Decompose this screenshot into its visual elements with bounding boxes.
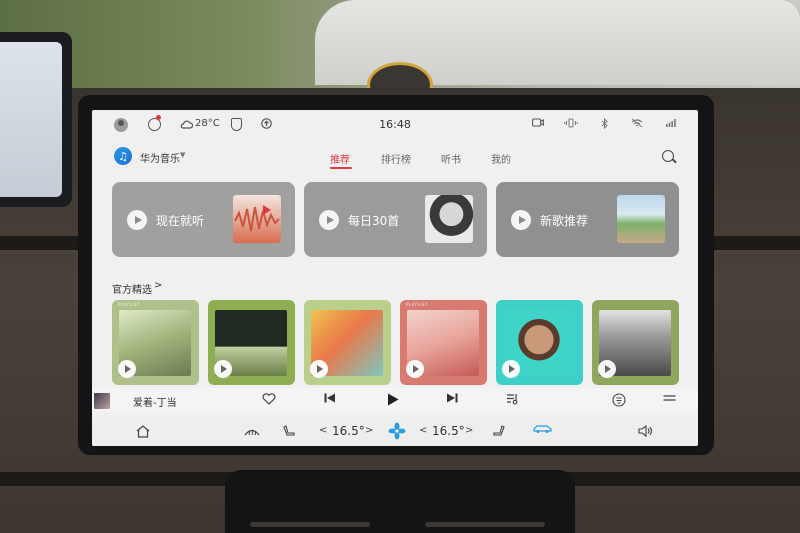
play-icon[interactable] (310, 360, 328, 378)
bluetooth-icon (601, 118, 608, 129)
next-icon[interactable] (446, 393, 458, 406)
music-app-icon[interactable]: ♫ (114, 147, 132, 165)
temp-decrease-left[interactable]: < (319, 425, 327, 436)
search-icon[interactable] (662, 150, 674, 162)
console-vent-left (250, 522, 370, 527)
instrument-cluster-screen (0, 42, 62, 197)
playlist-card[interactable] (496, 300, 583, 385)
feature-card-listen-now[interactable]: 现在就听 (112, 182, 295, 257)
right-temperature: 16.5° (432, 424, 465, 438)
now-playing-title[interactable]: 爱着-丁当 (133, 394, 177, 409)
lyrics-icon[interactable] (612, 393, 626, 410)
temp-increase-right[interactable]: > (465, 425, 473, 436)
app-name[interactable]: 华为音乐 (140, 150, 180, 165)
instrument-cluster-display (0, 32, 72, 207)
mini-player: 爱着-丁当 (92, 388, 698, 412)
playlist-card[interactable] (592, 300, 679, 385)
previous-icon[interactable] (324, 393, 336, 406)
active-tab-indicator (330, 167, 352, 169)
tab-charts[interactable]: 排行榜 (381, 151, 411, 166)
signal-icon (666, 118, 676, 127)
volume-icon[interactable] (638, 424, 653, 440)
playlist-card[interactable]: PLAYLIST (112, 300, 199, 385)
temp-decrease-right[interactable]: < (419, 425, 427, 436)
vibration-icon (564, 118, 578, 128)
bottom-dock: < 16.5° > < 16.5° > (92, 418, 698, 446)
play-icon[interactable] (598, 360, 616, 378)
left-temperature: 16.5° (332, 424, 365, 438)
play-icon[interactable] (214, 360, 232, 378)
wifi-icon (631, 118, 643, 128)
daily-30-artwork (425, 195, 473, 243)
play-icon[interactable] (127, 210, 147, 230)
play-icon[interactable] (502, 360, 520, 378)
playlist-card[interactable] (304, 300, 391, 385)
listen-now-artwork (233, 195, 281, 243)
infotainment-screen: 28°C 16:48 ♫ 华为音乐 ▼ 推荐 排行榜 听书 我的 现在就听 每日… (92, 110, 698, 446)
play-icon[interactable] (387, 393, 399, 409)
feature-card-label: 现在就听 (156, 214, 205, 228)
seat-heat-left-icon[interactable] (283, 425, 295, 442)
play-icon[interactable] (319, 210, 339, 230)
chevron-down-icon[interactable]: ▼ (180, 151, 185, 159)
playlist-card[interactable] (208, 300, 295, 385)
now-playing-artwork[interactable] (94, 393, 110, 409)
feature-card-daily-30[interactable]: 每日30首 (304, 182, 487, 257)
new-songs-artwork (617, 195, 665, 243)
chevron-right-icon[interactable]: > (154, 280, 162, 291)
home-icon[interactable] (136, 425, 150, 441)
play-icon[interactable] (511, 210, 531, 230)
play-icon[interactable] (406, 360, 424, 378)
feature-card-label: 新歌推荐 (540, 214, 589, 228)
playlist-icon[interactable] (506, 393, 519, 408)
tab-recommend[interactable]: 推荐 (330, 151, 350, 166)
feature-card-new-songs[interactable]: 新歌推荐 (496, 182, 679, 257)
car-auto-icon[interactable] (533, 423, 553, 437)
tab-audiobooks[interactable]: 听书 (441, 151, 461, 166)
playlist-tag: PLAYLIST (118, 302, 140, 307)
heart-icon[interactable] (262, 393, 276, 408)
section-title[interactable]: 官方精选 (112, 281, 152, 296)
menu-icon[interactable] (663, 393, 676, 406)
fan-icon[interactable] (388, 422, 406, 443)
play-icon[interactable] (118, 360, 136, 378)
camera-icon[interactable] (532, 118, 544, 127)
top-navigation: ♫ 华为音乐 ▼ 推荐 排行榜 听书 我的 (92, 142, 698, 172)
tab-mine[interactable]: 我的 (491, 151, 511, 166)
seat-heat-right-icon[interactable] (493, 425, 505, 442)
temp-increase-left[interactable]: > (365, 425, 373, 436)
console-vent-right (425, 522, 545, 527)
status-bar: 28°C 16:48 (92, 110, 698, 140)
playlist-tag: PLAYLIST (406, 302, 428, 307)
feature-card-label: 每日30首 (348, 214, 400, 228)
playlist-card[interactable]: PLAYLIST (400, 300, 487, 385)
defrost-icon[interactable] (244, 425, 260, 441)
